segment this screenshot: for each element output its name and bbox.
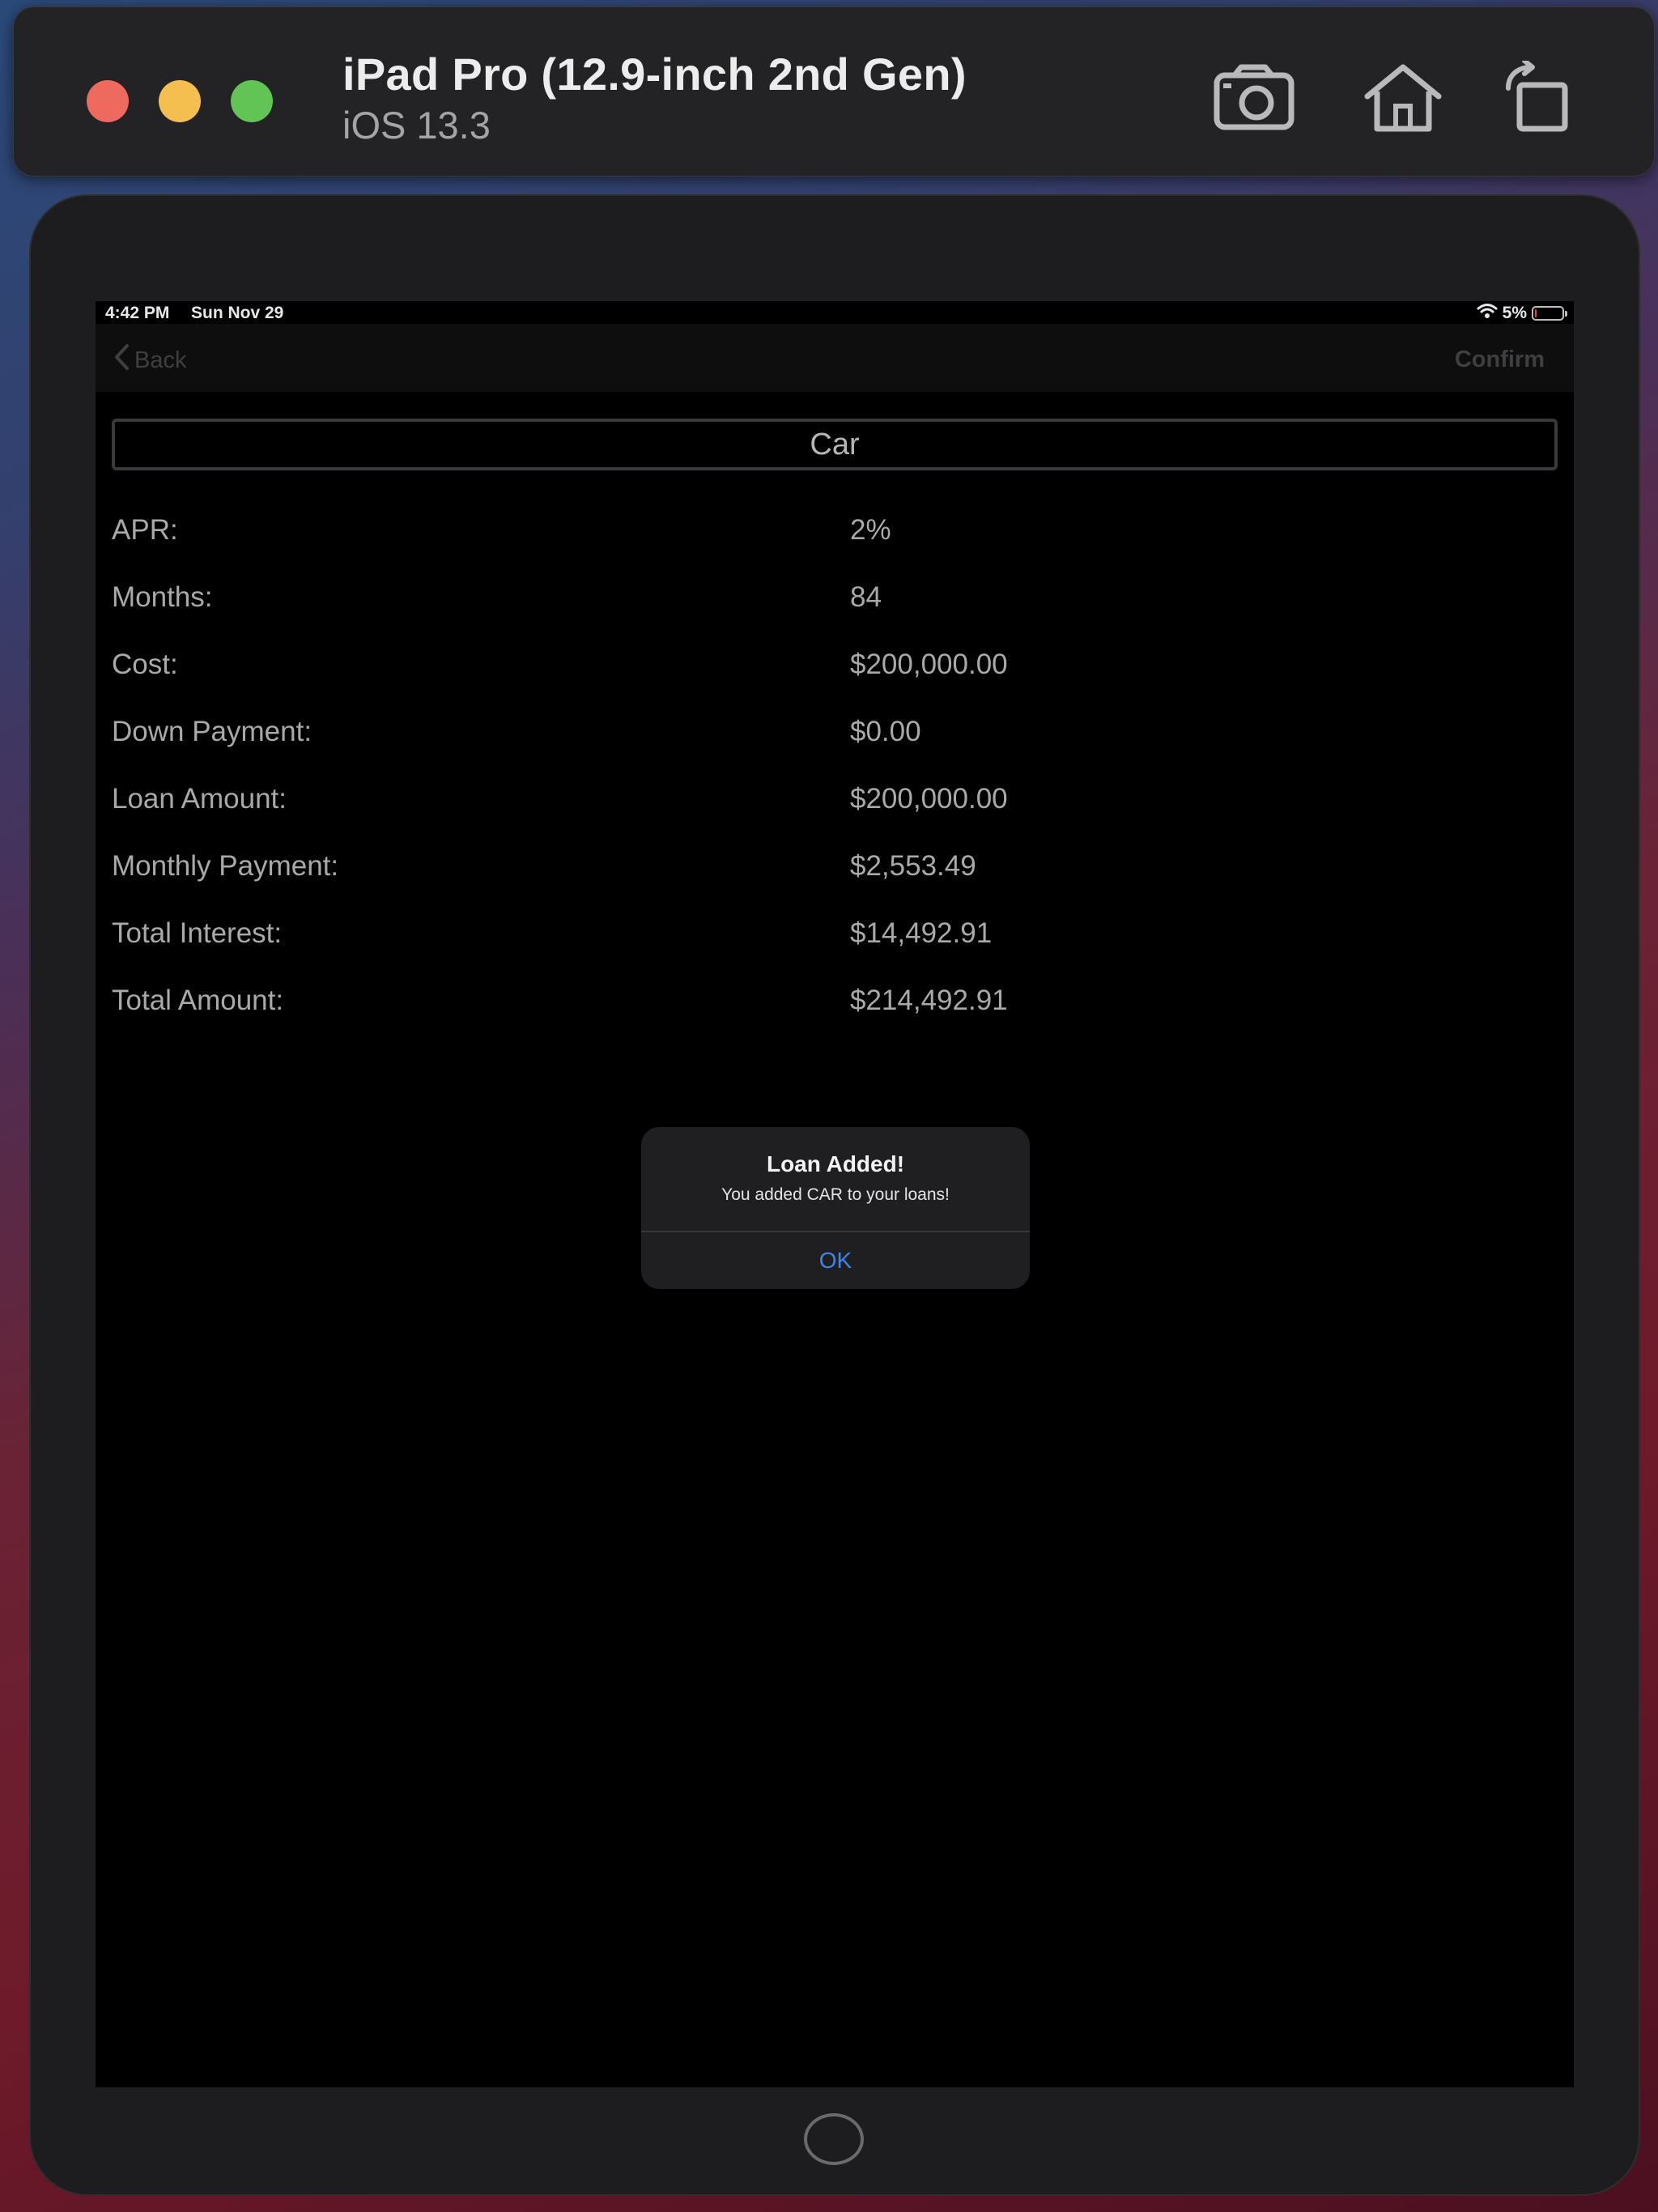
os-version: iOS 13.3 [342,104,491,147]
status-bar: 4:42 PM Sun Nov 29 5% [96,301,1574,324]
wifi-icon [1477,303,1498,324]
detail-row-total-interest: Total Interest: $14,492.91 [112,917,1558,958]
row-label: Cost: [112,649,178,680]
loan-name-field[interactable]: Car [112,419,1558,470]
loan-added-alert: Loan Added! You added CAR to your loans!… [641,1127,1030,1289]
row-label: Total Amount: [112,985,284,1016]
row-value: 84 [850,581,882,613]
row-value: 2% [850,514,891,546]
chevron-left-icon [113,343,130,377]
status-date: Sun Nov 29 [191,304,284,322]
device-name: iPad Pro (12.9-inch 2nd Gen) [342,49,967,100]
status-time: 4:42 PM [105,304,170,322]
row-value: $200,000.00 [850,649,1008,680]
row-value: $14,492.91 [850,917,993,949]
screenshot-camera-icon[interactable] [1212,61,1296,134]
alert-message: You added CAR to your loans! [721,1185,950,1204]
alert-ok-button[interactable]: OK [641,1232,1030,1289]
confirm-button[interactable]: Confirm [1455,347,1545,373]
detail-row-months: Months: 84 [112,581,1558,622]
zoom-window-button[interactable] [231,80,273,122]
detail-row-down-payment: Down Payment: $0.00 [112,716,1558,756]
row-label: Total Interest: [112,917,283,949]
battery-level-fill [1535,309,1537,317]
row-label: Monthly Payment: [112,850,339,882]
row-label: Down Payment: [112,716,312,747]
row-label: Months: [112,581,213,613]
row-value: $2,553.49 [850,850,976,882]
row-value: $0.00 [850,716,921,747]
battery-icon [1532,306,1567,321]
alert-title: Loan Added! [766,1151,905,1176]
detail-row-cost: Cost: $200,000.00 [112,649,1558,689]
device-screen: 4:42 PM Sun Nov 29 5% Back Confirm Car A… [96,301,1574,2087]
close-window-button[interactable] [87,80,129,122]
back-label: Back [134,347,187,373]
row-label: Loan Amount: [112,783,287,815]
home-button[interactable] [804,2113,864,2165]
detail-row-loan-amount: Loan Amount: $200,000.00 [112,783,1558,823]
row-value: $200,000.00 [850,783,1008,815]
rotate-icon[interactable] [1495,58,1579,134]
row-value: $214,492.91 [850,985,1008,1016]
back-button[interactable]: Back [113,343,186,377]
battery-percentage: 5% [1502,304,1527,322]
detail-row-apr: APR: 2% [112,514,1558,555]
navigation-bar: Back Confirm [96,324,1574,392]
detail-row-total-amount: Total Amount: $214,492.91 [112,985,1558,1025]
minimize-window-button[interactable] [159,80,201,122]
simulator-title-bar: iPad Pro (12.9-inch 2nd Gen) iOS 13.3 [13,6,1655,177]
status-indicators: 5% [1477,303,1567,324]
row-label: APR: [112,514,178,546]
home-icon[interactable] [1361,61,1445,134]
detail-row-monthly-payment: Monthly Payment: $2,553.49 [112,850,1558,891]
